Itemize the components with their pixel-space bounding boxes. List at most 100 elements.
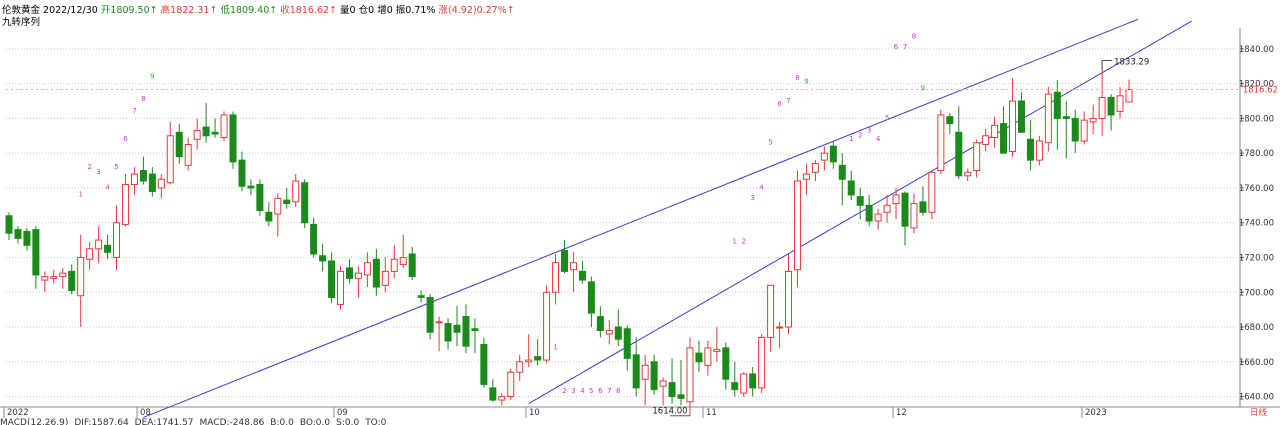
candle-body (901, 192, 909, 227)
candle-body (982, 135, 990, 145)
candle (462, 304, 470, 354)
td-sequence-number: 7 (903, 43, 907, 51)
candle-body (767, 284, 775, 338)
candle-body (489, 387, 497, 401)
candle-body (175, 131, 183, 158)
td-sequence-number: 3 (867, 126, 871, 134)
high-marker-label: 1833.29 (1114, 58, 1149, 68)
candle-body (426, 296, 434, 333)
indicator-value: BO:0.0 (299, 418, 331, 425)
candle-body (256, 183, 264, 212)
candle-body (5, 215, 13, 234)
candle-body (955, 131, 963, 177)
candle-body (292, 180, 300, 203)
td-sequence-number: 3 (571, 387, 575, 395)
candle (865, 194, 873, 227)
candle (722, 342, 730, 390)
candle (802, 163, 810, 195)
td-sequence-number: 4 (580, 387, 585, 395)
candle-body (569, 262, 577, 271)
candle-body (435, 321, 443, 324)
candle (247, 179, 255, 195)
candle (435, 316, 443, 352)
candle (390, 245, 398, 279)
candle (704, 340, 712, 376)
candlestick-chart[interactable]: 12345678912 3 4 5 6 7 81 23456 78 91 23456 789 1833… (0, 0, 1280, 418)
candle (758, 333, 766, 394)
candle-body (220, 114, 228, 139)
channel-upper-line (143, 18, 1139, 418)
candle-body (184, 143, 192, 166)
candle (202, 102, 210, 143)
candle-body (417, 295, 425, 298)
candle (614, 309, 622, 347)
candle (310, 217, 318, 258)
candle-body (77, 256, 85, 297)
candle (838, 153, 846, 206)
candle-body (614, 326, 622, 340)
candle-body (650, 361, 658, 391)
price-axis: 1640.00 1660.00 1680.00 1700.00 1720.00 1740.… (1239, 45, 1278, 403)
td-sequence-number: 7 (132, 107, 136, 115)
candle-body (820, 152, 828, 161)
low-marker-label: 1614.00 (652, 407, 687, 417)
candle (283, 187, 291, 209)
candle (820, 146, 828, 171)
x-tick-label: 09 (337, 408, 348, 418)
candle-body (372, 258, 380, 288)
candle-body (1053, 91, 1061, 119)
td-sequence-number: 9 (921, 85, 925, 93)
candle-body (865, 204, 873, 222)
candle (659, 377, 667, 406)
candle-body (1089, 117, 1097, 123)
td-sequence-number: 1 (733, 238, 737, 246)
candle-body (740, 373, 748, 394)
y-tick-label: 1740.00 (1239, 219, 1274, 229)
candle-body (399, 256, 407, 265)
candle (354, 266, 362, 298)
td-sequence-number: 8 (912, 32, 916, 40)
candle-body (363, 262, 371, 276)
candle-body (301, 182, 309, 224)
candle-body (328, 260, 336, 298)
y-tick-label: 1840.00 (1239, 45, 1274, 55)
candle-body (587, 281, 595, 314)
candle (641, 354, 649, 406)
y-tick-label: 1720.00 (1239, 253, 1274, 263)
candle (480, 337, 488, 388)
candle (68, 264, 76, 294)
candle (337, 266, 345, 310)
td-sequence-number: 6 (777, 100, 782, 108)
candle-body (86, 248, 94, 260)
candle-body (453, 324, 461, 333)
y-tick-label: 1760.00 (1239, 184, 1274, 194)
candle-body (1125, 89, 1133, 103)
candle (1071, 109, 1079, 154)
candle-body (95, 239, 103, 250)
indicator-strip: MACD(12,26,9) DIF:1587.64 DEA:1741.57 MACD:… (0, 418, 1280, 425)
candle-body (695, 352, 703, 363)
candle-body (811, 163, 819, 173)
candle-body (166, 135, 174, 184)
candle (543, 285, 551, 364)
y-tick-label: 1700.00 (1239, 288, 1274, 298)
candle (919, 186, 927, 216)
td-sequence-number: 8 (795, 74, 799, 82)
candle (166, 121, 174, 185)
candle (301, 179, 309, 228)
candle-body (838, 164, 846, 180)
candle (113, 205, 121, 270)
candle-body (480, 343, 488, 385)
candle-body (121, 183, 129, 225)
candle-body (785, 270, 793, 328)
candle (471, 318, 479, 354)
candle-body (14, 229, 22, 239)
candle-body (444, 323, 452, 342)
candle-body (59, 272, 67, 278)
td-sequence-number: 5 (589, 387, 593, 395)
candle-body (1017, 100, 1025, 133)
candle-body (390, 258, 398, 272)
candle (130, 167, 138, 195)
indicator-value: B:0.0 (270, 418, 294, 425)
candle-body (193, 130, 201, 140)
